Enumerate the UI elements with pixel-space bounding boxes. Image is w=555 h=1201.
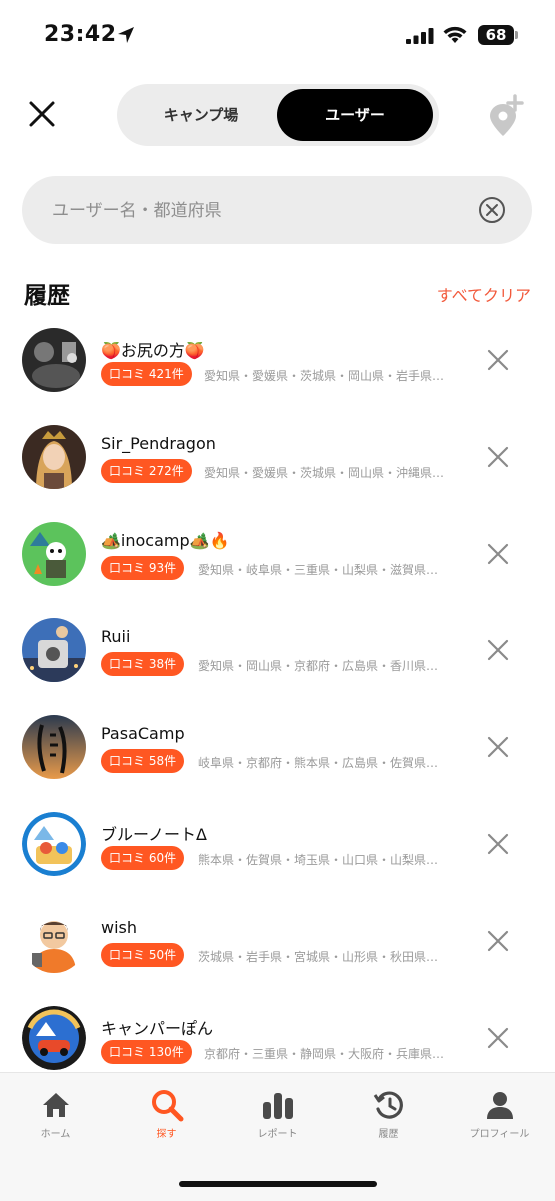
status-time: 23:42 bbox=[44, 22, 117, 47]
review-count-badge: 口コミ 272件 bbox=[101, 458, 192, 483]
tab-label: 探す bbox=[156, 1129, 177, 1140]
avatar bbox=[22, 618, 86, 683]
history-title: 履歴 bbox=[24, 283, 70, 309]
list-item[interactable]: 🏕️inocamp🏕️🔥 口コミ 93件 愛知県・岐阜県・三重県・山梨県・滋賀県… bbox=[0, 514, 555, 611]
list-item[interactable]: PasaCamp 口コミ 58件 岐阜県・京都府・熊本県・広島県・佐賀県… bbox=[0, 707, 555, 804]
history-list: 🍑お尻の方🍑 口コミ 421件 愛知県・愛媛県・茨城県・岡山県・岩手県… Sir… bbox=[0, 320, 555, 1094]
person-icon bbox=[486, 1092, 513, 1119]
user-prefectures: 茨城県・岩手県・宮城県・山形県・秋田県… bbox=[198, 949, 439, 964]
wifi-icon bbox=[443, 26, 467, 43]
bar-chart-icon bbox=[262, 1093, 293, 1119]
avatar bbox=[22, 908, 86, 973]
tab-label: レポート bbox=[257, 1129, 298, 1140]
segment-control: キャンプ場 ユーザー bbox=[117, 84, 439, 146]
list-item[interactable]: 🍑お尻の方🍑 口コミ 421件 愛知県・愛媛県・茨城県・岡山県・岩手県… bbox=[0, 320, 555, 417]
remove-icon[interactable] bbox=[486, 542, 510, 566]
tab-label: プロフィール bbox=[469, 1129, 530, 1140]
remove-icon[interactable] bbox=[486, 445, 510, 469]
add-location-pin-icon[interactable] bbox=[486, 94, 526, 138]
tab-label: ホーム bbox=[40, 1129, 71, 1140]
review-count-badge: 口コミ 38件 bbox=[101, 652, 185, 677]
home-indicator[interactable] bbox=[179, 1181, 377, 1187]
tab-report[interactable]: レポート bbox=[222, 1087, 333, 1140]
avatar bbox=[22, 328, 86, 392]
cellular-signal-icon bbox=[406, 28, 434, 44]
status-bar: 23:42 68 bbox=[0, 0, 555, 72]
user-name: 🏕️inocamp🏕️🔥 bbox=[101, 530, 230, 550]
battery-level: 68 bbox=[478, 25, 514, 45]
remove-icon[interactable] bbox=[486, 832, 510, 856]
remove-icon[interactable] bbox=[486, 348, 510, 372]
user-name: Ruii bbox=[101, 627, 131, 647]
user-prefectures: 岐阜県・京都府・熊本県・広島県・佐賀県… bbox=[198, 756, 439, 771]
search-bar bbox=[22, 176, 532, 246]
user-prefectures: 熊本県・佐賀県・埼玉県・山口県・山梨県… bbox=[198, 852, 439, 867]
history-icon bbox=[373, 1091, 403, 1119]
location-arrow-icon bbox=[118, 27, 134, 43]
remove-icon[interactable] bbox=[486, 638, 510, 662]
user-name: キャンパーぽん bbox=[101, 1018, 214, 1038]
review-count-badge: 口コミ 93件 bbox=[101, 555, 185, 580]
user-name: wish bbox=[101, 917, 138, 937]
avatar bbox=[22, 811, 86, 876]
user-prefectures: 愛知県・愛媛県・茨城県・岡山県・岩手県… bbox=[204, 369, 445, 383]
avatar bbox=[22, 1005, 86, 1070]
clear-all-button[interactable]: すべてクリア bbox=[437, 282, 531, 306]
avatar bbox=[22, 424, 86, 489]
remove-icon[interactable] bbox=[486, 1026, 510, 1050]
list-item[interactable]: ブルーノートΔ 口コミ 60件 熊本県・佐賀県・埼玉県・山口県・山梨県… bbox=[0, 804, 555, 901]
review-count-badge: 口コミ 58件 bbox=[101, 749, 185, 774]
list-item[interactable]: Sir_Pendragon 口コミ 272件 愛知県・愛媛県・茨城県・岡山県・沖… bbox=[0, 417, 555, 514]
user-name: PasaCamp bbox=[101, 724, 185, 744]
close-icon[interactable] bbox=[26, 98, 58, 130]
review-count-badge: 口コミ 130件 bbox=[101, 1039, 192, 1064]
user-prefectures: 愛知県・岡山県・京都府・広島県・香川県… bbox=[198, 659, 439, 674]
list-item[interactable]: wish 口コミ 50件 茨城県・岩手県・宮城県・山形県・秋田県… bbox=[0, 901, 555, 998]
list-item[interactable]: Ruii 口コミ 38件 愛知県・岡山県・京都府・広島県・香川県… bbox=[0, 610, 555, 707]
battery-tip bbox=[515, 31, 518, 39]
segment-campsite[interactable]: キャンプ場 bbox=[123, 89, 279, 141]
review-count-badge: 口コミ 50件 bbox=[101, 942, 185, 967]
user-prefectures: 京都府・三重県・静岡県・大阪府・兵庫県… bbox=[204, 1046, 445, 1061]
search-icon bbox=[151, 1090, 183, 1122]
user-prefectures: 愛知県・岐阜県・三重県・山梨県・滋賀県… bbox=[198, 562, 439, 577]
user-name: ブルーノートΔ bbox=[101, 824, 207, 844]
home-icon bbox=[42, 1093, 69, 1117]
tab-history[interactable]: 履歴 bbox=[333, 1087, 444, 1140]
user-prefectures: 愛知県・愛媛県・茨城県・岡山県・沖縄県… bbox=[204, 465, 445, 480]
tab-home[interactable]: ホーム bbox=[0, 1087, 111, 1140]
user-name: 🍑お尻の方🍑 bbox=[101, 341, 205, 360]
clear-search-icon[interactable] bbox=[478, 196, 506, 224]
review-count-badge: 口コミ 60件 bbox=[101, 845, 185, 870]
avatar bbox=[22, 715, 86, 780]
tab-profile[interactable]: プロフィール bbox=[444, 1087, 555, 1140]
avatar bbox=[22, 521, 86, 586]
tab-label: 履歴 bbox=[378, 1129, 399, 1140]
review-count-badge: 口コミ 421件 bbox=[101, 362, 192, 386]
tab-search[interactable]: 探す bbox=[111, 1087, 222, 1140]
remove-icon[interactable] bbox=[486, 735, 510, 759]
remove-icon[interactable] bbox=[486, 929, 510, 953]
segment-user[interactable]: ユーザー bbox=[277, 89, 433, 141]
search-input[interactable] bbox=[50, 176, 474, 246]
user-name: Sir_Pendragon bbox=[101, 433, 216, 453]
